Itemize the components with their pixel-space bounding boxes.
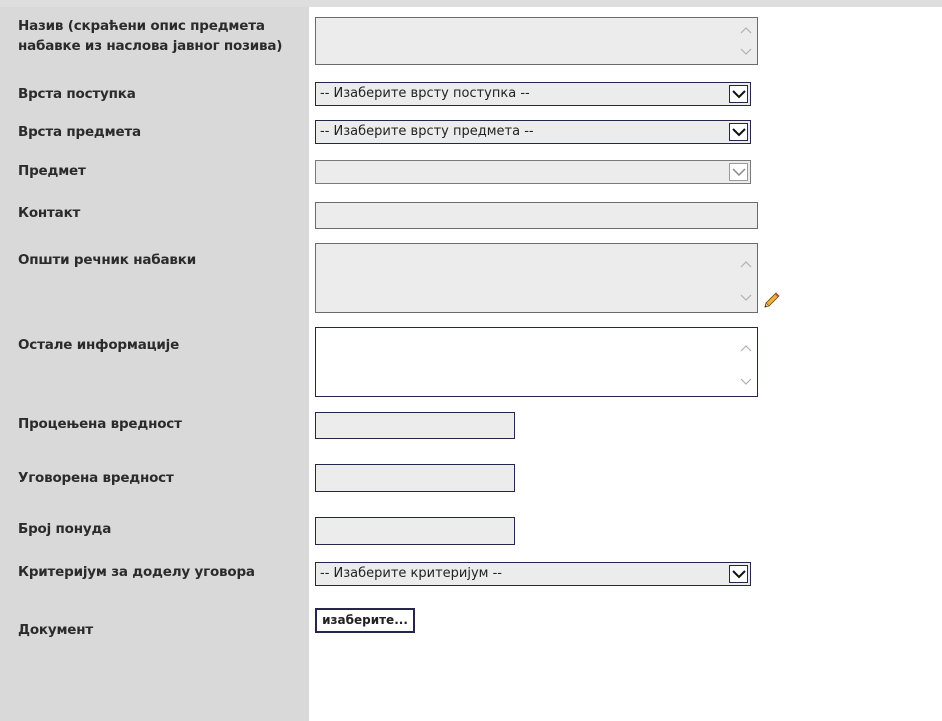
ugovorena-label: Уговорена вредност xyxy=(18,470,174,486)
kriterijum-value: -- Изаберите критеријум -- xyxy=(320,566,502,581)
chevron-down-icon[interactable] xyxy=(737,44,755,60)
pencil-icon[interactable] xyxy=(761,290,781,310)
choose-file-button[interactable]: изаберите... xyxy=(315,608,415,633)
kriterijum-label: Критеријум за доделу уговора xyxy=(18,564,255,580)
chevron-down-icon[interactable] xyxy=(737,290,755,306)
vrsta-postupka-value: -- Изаберите врсту поступка -- xyxy=(320,86,530,101)
naziv-textarea[interactable] xyxy=(315,17,758,65)
vrsta-postupka-label: Врста поступка xyxy=(18,86,136,102)
chevron-down-icon[interactable] xyxy=(729,123,748,141)
predmet-label: Предмет xyxy=(18,163,86,179)
naziv-label: Назив (скраћени опис предмета набавке из… xyxy=(18,18,283,54)
opsti-recnik-label: Општи речник набавки xyxy=(18,252,196,268)
chevron-down-icon[interactable] xyxy=(729,163,748,181)
label-column xyxy=(0,7,309,721)
vrsta-predmeta-value: -- Изаберите врсту предмета -- xyxy=(320,124,534,139)
ostale-info-textarea[interactable] xyxy=(315,327,758,397)
broj-ponuda-label: Број понуда xyxy=(18,521,112,537)
chevron-down-icon[interactable] xyxy=(737,374,755,390)
vrsta-predmeta-select[interactable]: -- Изаберите врсту предмета -- xyxy=(315,120,751,144)
ugovorena-input[interactable] xyxy=(315,464,515,492)
textarea-scrollbar[interactable] xyxy=(737,256,755,306)
ostale-info-label: Остале информације xyxy=(18,337,180,353)
opsti-recnik-textarea[interactable] xyxy=(315,243,758,313)
dokument-label: Документ xyxy=(18,622,94,638)
procenjena-label: Процењена вредност xyxy=(18,416,182,432)
chevron-up-icon[interactable] xyxy=(737,256,755,272)
kriterijum-select[interactable]: -- Изаберите критеријум -- xyxy=(315,562,751,586)
kontakt-label: Контакт xyxy=(18,205,81,221)
chevron-up-icon[interactable] xyxy=(737,22,755,38)
vrsta-predmeta-label: Врста предмета xyxy=(18,124,141,140)
vrsta-postupka-select[interactable]: -- Изаберите врсту поступка -- xyxy=(315,82,751,106)
chevron-down-icon[interactable] xyxy=(729,565,748,583)
kontakt-input[interactable] xyxy=(315,202,758,229)
top-divider xyxy=(0,0,942,7)
chevron-up-icon[interactable] xyxy=(737,340,755,356)
textarea-scrollbar[interactable] xyxy=(737,340,755,390)
predmet-select[interactable] xyxy=(315,160,751,184)
broj-ponuda-input[interactable] xyxy=(315,517,515,545)
procenjena-input[interactable] xyxy=(315,412,515,439)
chevron-down-icon[interactable] xyxy=(729,85,748,103)
textarea-scrollbar[interactable] xyxy=(737,22,755,60)
